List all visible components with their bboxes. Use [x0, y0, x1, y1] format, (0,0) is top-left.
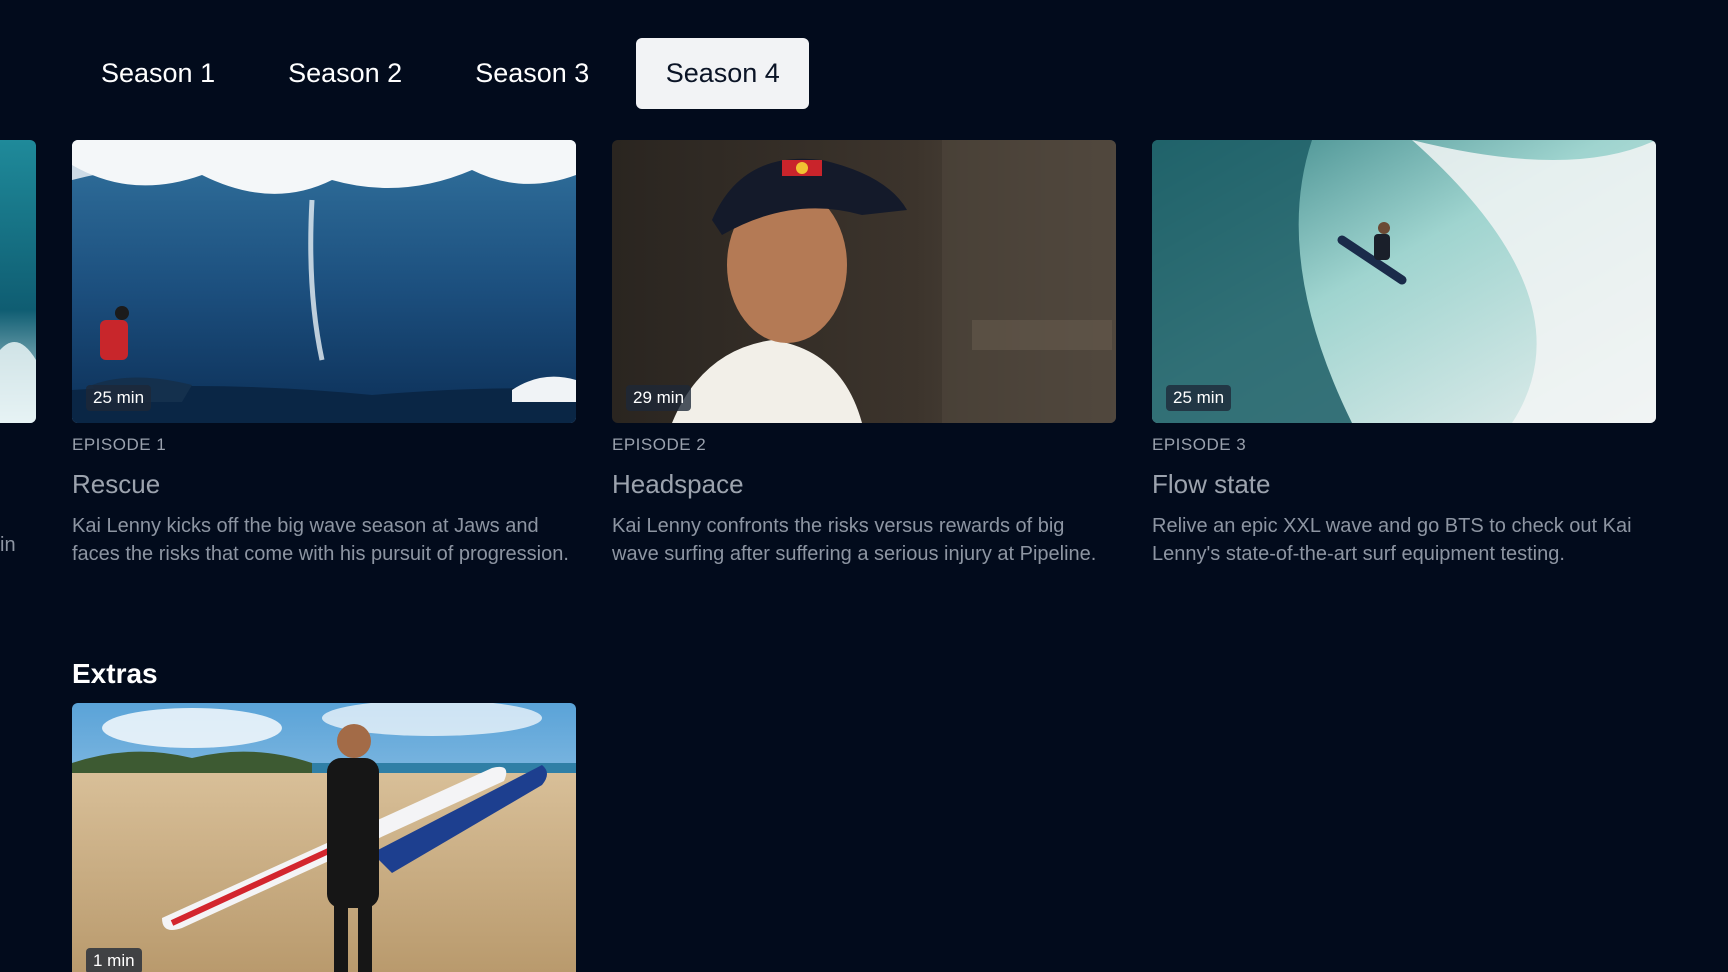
aerial-surf-image — [1152, 140, 1656, 423]
tab-season-4[interactable]: Season 4 — [636, 38, 810, 109]
beach-surfboard-image — [72, 703, 576, 972]
episode-description: Kai Lenny confronts the risks versus rew… — [612, 515, 1097, 565]
tab-season-3[interactable]: Season 3 — [446, 38, 618, 109]
episode-number: EPISODE 3 — [1152, 435, 1247, 454]
episode-description: Relive an epic XXL wave and go BTS to ch… — [1152, 515, 1632, 565]
tab-season-1[interactable]: Season 1 — [72, 38, 244, 109]
previous-episode-description-fragment: in — [0, 534, 16, 556]
duration-badge: 25 min — [86, 385, 152, 411]
duration-badge: 29 min — [626, 385, 692, 411]
tab-season-2[interactable]: Season 2 — [259, 38, 431, 109]
episode-card-2[interactable]: 29 min EPISODE 2 Headspace Kai Lenny con… — [612, 140, 1116, 568]
duration-badge: 25 min — [1166, 385, 1232, 411]
previous-episode-thumbnail[interactable] — [0, 140, 36, 423]
episode-thumbnail[interactable]: 25 min — [1152, 140, 1656, 423]
episode-thumbnail[interactable]: 29 min — [612, 140, 1116, 423]
episode-thumbnail[interactable]: 25 min — [72, 140, 576, 423]
episode-description: Kai Lenny kicks off the big wave season … — [72, 515, 569, 565]
episode-title: Rescue — [72, 469, 161, 499]
episode-title: Headspace — [612, 469, 744, 499]
episode-number: EPISODE 2 — [612, 435, 707, 454]
duration-badge: 1 min — [86, 948, 142, 972]
big-wave-image — [72, 140, 576, 423]
wave-image — [0, 140, 36, 423]
episode-number: EPISODE 1 — [72, 435, 167, 454]
extras-heading: Extras — [72, 658, 158, 689]
extra-card-1[interactable]: 1 min — [72, 703, 576, 972]
episode-card-3[interactable]: 25 min EPISODE 3 Flow state Relive an ep… — [1152, 140, 1656, 568]
season-tabs: Season 1 Season 2 Season 3 Season 4 — [72, 38, 810, 109]
episode-browser: Season 1 Season 2 Season 3 Season 4 in 2… — [0, 0, 1728, 972]
episode-title: Flow state — [1152, 469, 1271, 499]
portrait-image — [612, 140, 1116, 423]
episode-card-1[interactable]: 25 min EPISODE 1 Rescue Kai Lenny kicks … — [72, 140, 576, 568]
